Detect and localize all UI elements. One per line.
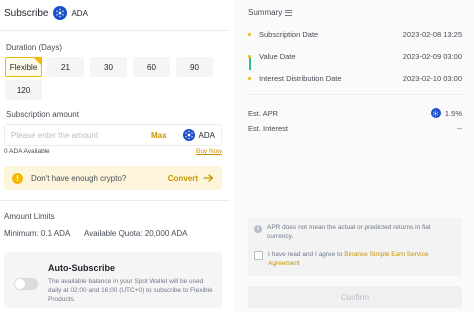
summary-header: Summary <box>248 8 293 17</box>
available-quota: Available Quota: 20,000 ADA <box>84 229 188 238</box>
max-button[interactable]: Max <box>151 131 167 140</box>
subscribe-header: Subscribe ADA <box>4 4 88 22</box>
timeline-value-date: Value Date 2023-02-09 03:00 <box>248 50 462 62</box>
ada-coin-icon <box>53 6 68 20</box>
auto-subscribe-card: Auto-Subscribe The available balance in … <box>4 252 222 308</box>
duration-option-label: 30 <box>104 62 113 72</box>
subscription-amount-label: Subscription amount <box>6 110 79 119</box>
duration-option-60[interactable]: 60 <box>133 57 170 77</box>
timeline-label: Value Date <box>259 51 296 61</box>
confirm-button[interactable]: Confirm <box>248 286 462 308</box>
est-interest-label: Est. Interest <box>248 123 289 133</box>
timeline-interest-distribution-date: Interest Distribution Date 2023-02-10 03… <box>248 72 462 84</box>
est-apr-value: 1.5% <box>444 108 462 118</box>
duration-option-label: Flexible <box>9 62 38 72</box>
duration-option-30[interactable]: 30 <box>90 57 127 77</box>
ada-coin-icon <box>430 108 441 118</box>
warning-icon: ! <box>12 172 23 184</box>
est-interest-value: -- <box>457 123 462 133</box>
est-interest-row: Est. Interest -- <box>248 122 462 134</box>
arrow-right-icon[interactable] <box>203 173 214 183</box>
timeline-value: 2023-02-10 03:00 <box>402 73 462 83</box>
duration-option-21[interactable]: 21 <box>47 57 84 77</box>
list-icon <box>285 9 293 16</box>
agreement-checkbox[interactable] <box>254 251 263 260</box>
section-divider <box>0 200 230 201</box>
agreement-row: I have read and I agree to Binance Simpl… <box>254 250 458 268</box>
duration-label: Duration (Days) <box>6 43 63 52</box>
info-icon: i <box>254 225 262 233</box>
subscribe-title: Subscribe <box>4 7 49 19</box>
summary-title: Summary <box>248 8 283 17</box>
timeline-dot <box>248 76 251 80</box>
buy-now-link[interactable]: Buy Now <box>196 148 222 158</box>
amount-limits-title: Amount Limits <box>4 212 55 221</box>
duration-option-120[interactable]: 120 <box>5 80 42 100</box>
summary-divider <box>248 94 462 95</box>
header-coin-label: ADA <box>71 8 88 18</box>
timeline-label: Interest Distribution Date <box>259 73 342 83</box>
convert-banner: ! Don't have enough crypto? Convert <box>4 166 222 190</box>
duration-option-label: 90 <box>190 62 199 72</box>
est-apr-label: Est. APR <box>248 108 279 118</box>
available-balance-row: 0 ADA Available Buy Now <box>4 148 222 158</box>
auto-subscribe-toggle[interactable] <box>14 278 38 290</box>
convert-link[interactable]: Convert <box>168 174 198 183</box>
apr-disclaimer: APR does not mean the actual or predicte… <box>267 224 431 240</box>
amount-placeholder: Please enter the amount <box>11 130 99 140</box>
auto-subscribe-description: The available balance in your Spot Walle… <box>48 278 213 303</box>
auto-subscribe-title: Auto-Subscribe <box>48 263 116 273</box>
timeline-value: 2023-02-08 13:25 <box>402 29 462 39</box>
amount-limits-row: Minimum: 0.1 ADA Available Quota: 20,000… <box>4 229 200 238</box>
duration-option-label: 21 <box>61 62 70 72</box>
amount-input[interactable]: Please enter the amount Max ADA <box>4 124 222 146</box>
header-divider <box>0 30 230 31</box>
summary-panel: Summary Subscription Date 2023-02-08 13:… <box>234 0 474 312</box>
timeline-subscription-date: Subscription Date 2023-02-08 13:25 <box>248 28 462 40</box>
duration-option-label: 60 <box>147 62 156 72</box>
toggle-knob <box>15 279 25 289</box>
convert-question: Don't have enough crypto? <box>31 173 127 183</box>
timeline-value: 2023-02-09 03:00 <box>402 51 462 61</box>
ada-coin-icon <box>182 129 195 141</box>
subscribe-panel: Subscribe ADA Duration (Days) Flexible 2… <box>0 0 230 312</box>
est-apr-row: Est. APR 1.5% <box>248 107 462 119</box>
notice-box: i APR does not mean the actual or predic… <box>248 218 462 276</box>
minimum-limit: Minimum: 0.1 ADA <box>4 229 71 238</box>
duration-option-label: 120 <box>16 85 31 95</box>
agreement-text: I have read and I agree to Binance Simpl… <box>268 251 429 267</box>
timeline-progress-line <box>249 58 251 70</box>
amount-coin-label: ADA <box>198 130 215 140</box>
duration-option-90[interactable]: 90 <box>176 57 213 77</box>
timeline-dot <box>248 32 251 36</box>
duration-option-flexible[interactable]: Flexible <box>5 57 42 77</box>
timeline-label: Subscription Date <box>259 29 319 39</box>
available-balance: 0 ADA Available <box>4 148 50 155</box>
